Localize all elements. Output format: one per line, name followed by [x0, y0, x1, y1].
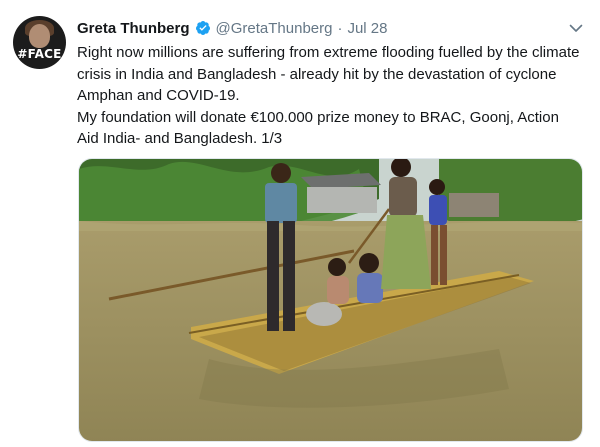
boy-shirt [265, 183, 297, 223]
tweet-header: Greta Thunberg @GretaThunberg · Jul 28 [77, 18, 388, 38]
boy2-leg-left [431, 225, 438, 285]
child-head-1 [328, 258, 346, 276]
avatar-face [29, 24, 50, 48]
author-name[interactable]: Greta Thunberg [77, 20, 190, 37]
child-head-2 [359, 253, 379, 273]
far-hut [449, 193, 499, 217]
boy-leg-left [267, 221, 279, 331]
author-handle[interactable]: @GretaThunberg [216, 20, 333, 37]
woman-sari [381, 215, 431, 289]
tweet-text-line-1: Right now millions are suffering from ex… [77, 44, 580, 104]
metal-pot [306, 302, 342, 326]
tweet-photo[interactable] [78, 158, 583, 442]
boy2-vest [429, 195, 447, 225]
house-wall [307, 187, 377, 213]
flood-photo-illustration [79, 159, 582, 441]
boy2-head [429, 179, 445, 195]
boy-head [271, 163, 291, 183]
chevron-down-icon[interactable] [568, 20, 584, 36]
child-body-2 [357, 273, 383, 303]
child-body-1 [327, 276, 349, 304]
tweet-date[interactable]: Jul 28 [347, 20, 387, 37]
boy-leg-right [283, 221, 295, 331]
verified-badge-icon [195, 21, 210, 35]
avatar[interactable]: #FACE [13, 16, 66, 69]
tweet-card: #FACE Greta Thunberg @GretaThunberg · Ju… [0, 0, 600, 447]
tweet-text-line-2: My foundation will donate €100.000 prize… [77, 108, 559, 148]
boy2-leg-right [440, 225, 447, 285]
woman-shawl [389, 177, 417, 217]
separator-dot: · [337, 19, 343, 37]
avatar-tag: #FACE [17, 47, 62, 61]
tweet-text: Right now millions are suffering from ex… [77, 42, 582, 150]
